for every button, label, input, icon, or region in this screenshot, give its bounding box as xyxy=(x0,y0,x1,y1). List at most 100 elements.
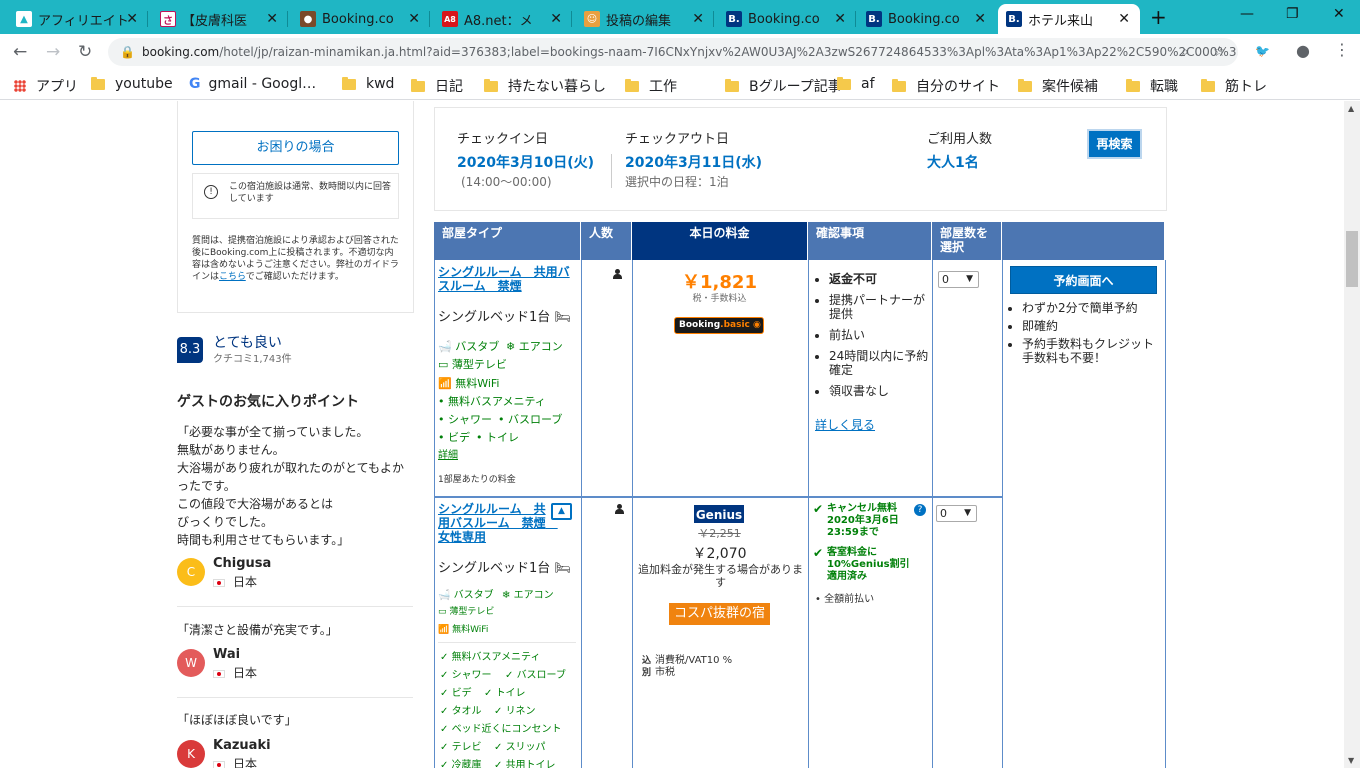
bookmark-item[interactable]: 持たない暮らし xyxy=(484,76,606,96)
bookmark-star-icon[interactable]: ☆ xyxy=(1213,44,1226,60)
browser-tab[interactable]: ▲ アフィリエイト ✕ xyxy=(8,4,148,34)
browser-tab[interactable]: B. Booking.co ✕ xyxy=(718,4,856,34)
conditions-list: 返金不可 提携パートナーが提供 前払い 24時間以内に予約確定 領収書なし xyxy=(815,272,930,405)
google-icon: G xyxy=(189,76,201,92)
reviewer-name: Wai xyxy=(213,647,241,662)
bed-info: シングルベッド1台 🛏 xyxy=(438,561,571,576)
url-input[interactable]: 🔒 booking.com/hotel/jp/raizan-minamikan.j… xyxy=(108,38,1238,66)
condition-item: 24時間以内に予約確定 xyxy=(829,349,930,377)
tab-favicon-icon: B. xyxy=(1006,11,1022,27)
folder-icon xyxy=(1201,78,1215,92)
folder-icon xyxy=(342,76,356,90)
address-bar-row: ← → ↻ 🔒 booking.com/hotel/jp/raizan-minam… xyxy=(0,34,1360,70)
close-tab-icon[interactable]: ✕ xyxy=(266,11,278,27)
tab-favicon-icon: さ xyxy=(160,11,176,27)
room-title-link[interactable]: シングルルーム 共用バスルーム 禁煙 xyxy=(438,265,578,293)
avatar: K xyxy=(177,740,205,768)
help-question-icon[interactable]: ? xyxy=(914,504,926,516)
research-button[interactable]: 再検索 xyxy=(1087,129,1142,159)
twitter-extension-icon[interactable]: 🐦 xyxy=(1255,44,1270,58)
tv-icon: ▭ xyxy=(438,607,447,617)
bookmark-apps[interactable]: アプリ xyxy=(14,76,78,96)
close-tab-icon[interactable]: ✕ xyxy=(408,11,420,27)
reserve-button[interactable]: 予約画面へ xyxy=(1010,266,1157,294)
browser-tab-active[interactable]: B. ホテル来山 ✕ xyxy=(998,4,1140,34)
folder-icon xyxy=(91,76,105,90)
folder-icon xyxy=(411,78,425,92)
close-tab-icon[interactable]: ✕ xyxy=(834,11,846,27)
benefits-list: わずか2分で簡単予約 即確約 予約手数料もクレジット手数料も不要！ xyxy=(1008,301,1163,369)
bookmark-item[interactable]: 日記 xyxy=(411,76,463,96)
bookmark-item[interactable]: 案件候補 xyxy=(1018,76,1098,96)
bookmark-item[interactable]: 転職 xyxy=(1126,76,1178,96)
maximize-icon[interactable]: ❐ xyxy=(1286,6,1299,22)
bookmark-item[interactable]: kwd xyxy=(342,76,394,92)
scroll-down-icon[interactable]: ▼ xyxy=(1348,756,1354,765)
review-score-badge[interactable]: 8.3 xyxy=(177,337,203,363)
profile-icon[interactable]: ● xyxy=(1296,41,1310,60)
zoom-icon[interactable]: ⌕ xyxy=(1181,44,1189,60)
bookmark-item[interactable]: 筋トレ xyxy=(1201,76,1267,96)
response-info: ! この宿泊施設は通常、数時間以内に回答しています xyxy=(192,173,399,219)
room-qty-select[interactable]: 0 ▼ xyxy=(938,271,979,288)
bookmark-item[interactable]: Ggmail - Googl… xyxy=(189,76,316,92)
benefit-item: 予約手数料もクレジット手数料も不要！ xyxy=(1022,337,1163,365)
minimize-icon[interactable]: — xyxy=(1240,6,1254,22)
photo-icon[interactable]: ▲ xyxy=(551,503,572,520)
header-rooms-select: 部屋数を 選択 xyxy=(932,222,1002,260)
bookmark-item[interactable]: 工作 xyxy=(625,76,677,96)
help-button[interactable]: お困りの場合 xyxy=(192,131,399,165)
facility-tv: ▭ 薄型テレビ xyxy=(438,607,495,617)
tab-favicon-icon: B. xyxy=(866,11,882,27)
bookmark-item[interactable]: Bグループ記事 xyxy=(725,76,842,96)
scrollbar-thumb[interactable] xyxy=(1346,231,1358,287)
review-count[interactable]: クチコミ1,743件 xyxy=(213,350,292,365)
close-tab-icon[interactable]: ✕ xyxy=(126,11,138,27)
scroll-up-icon[interactable]: ▲ xyxy=(1348,104,1354,113)
more-details-link[interactable]: 詳しく見る xyxy=(815,416,875,433)
back-icon[interactable]: ← xyxy=(13,42,27,62)
details-link[interactable]: 詳細 xyxy=(438,446,458,461)
amenity-check: ✓ スリッパ xyxy=(494,742,546,753)
room-title-link[interactable]: シングルルーム 共用バスルーム 禁煙 女性専用 xyxy=(438,502,558,544)
browser-tab[interactable]: B. Booking.co ✕ xyxy=(858,4,996,34)
review-quote: 「ほぼほぼ良いです」 xyxy=(177,713,297,727)
header-blank xyxy=(1002,222,1165,260)
guests-value[interactable]: 大人1名 xyxy=(927,152,979,172)
bathtub-icon: 🛁 xyxy=(438,590,451,601)
close-tab-icon[interactable]: ✕ xyxy=(692,11,704,27)
folder-icon xyxy=(1126,78,1140,92)
bookmark-item[interactable]: 自分のサイト xyxy=(892,76,1000,96)
menu-icon[interactable]: ⋮ xyxy=(1334,40,1350,59)
close-window-icon[interactable]: ✕ xyxy=(1333,6,1345,22)
close-tab-icon[interactable]: ✕ xyxy=(550,11,562,27)
review-quote: 「必要な事が全て揃っていました。 無駄がありません。 大浴場があり疲れが取れたの… xyxy=(177,425,405,547)
condition-item: 返金不可 xyxy=(829,272,930,286)
browser-tab[interactable]: A8 A8.net：メ ✕ xyxy=(434,4,572,34)
checkin-date[interactable]: 2020年3月10日(火) xyxy=(457,152,594,172)
bookmark-item[interactable]: youtube xyxy=(91,76,173,92)
folder-icon xyxy=(892,78,906,92)
amenity-check: ✓ トイレ xyxy=(484,688,526,699)
bookmark-item[interactable]: af xyxy=(837,76,875,92)
close-tab-icon[interactable]: ✕ xyxy=(1118,11,1130,27)
browser-tab[interactable]: さ【皮膚科医 ✕ xyxy=(152,4,288,34)
header-people: 人数 xyxy=(581,222,632,260)
condition-item: 提携パートナーが提供 xyxy=(829,293,930,321)
reload-icon[interactable]: ↻ xyxy=(78,42,92,62)
facility-aircon: ❄ エアコン xyxy=(506,340,563,353)
forward-icon[interactable]: → xyxy=(46,42,60,62)
room-qty-select[interactable]: 0 ▼ xyxy=(936,505,977,522)
folder-icon xyxy=(484,78,498,92)
new-tab-icon[interactable]: + xyxy=(1150,5,1167,29)
guideline-link[interactable]: こちら xyxy=(219,272,246,282)
scrollbar[interactable]: ▲ ▼ xyxy=(1344,101,1360,768)
amenity-check: ✓ タオル xyxy=(440,706,482,717)
close-tab-icon[interactable]: ✕ xyxy=(974,11,986,27)
browser-tab[interactable]: ☺ 投稿の編集 ✕ xyxy=(576,4,714,34)
browser-tab[interactable]: ● Booking.co ✕ xyxy=(292,4,430,34)
divider xyxy=(438,642,576,643)
divider xyxy=(177,606,413,607)
facility-bathrobe: • バスローブ xyxy=(498,413,563,426)
checkout-date[interactable]: 2020年3月11日(水) xyxy=(625,152,762,172)
